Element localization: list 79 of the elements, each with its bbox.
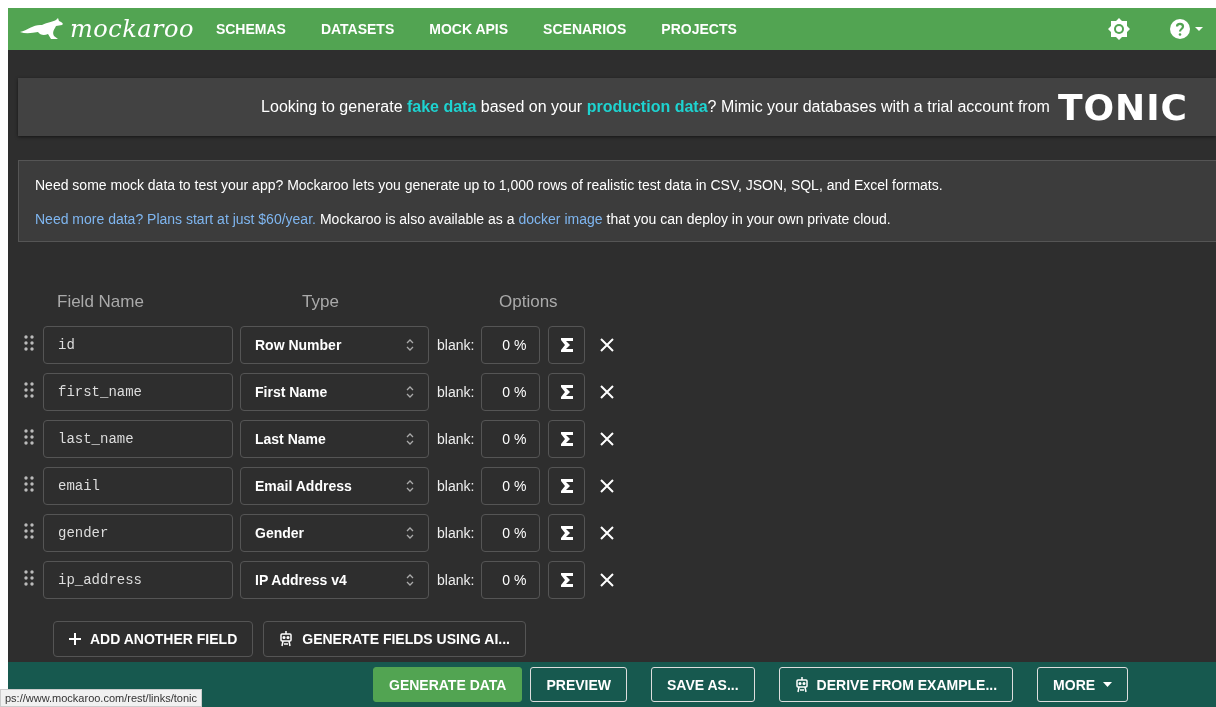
- up-down-icon: [406, 385, 414, 399]
- formula-button[interactable]: [548, 420, 586, 458]
- blank-label: blank:: [437, 478, 475, 494]
- footer-button[interactable]: SAVE AS...: [651, 667, 755, 702]
- type-select[interactable]: First Name: [240, 373, 429, 411]
- blank-label: blank:: [437, 384, 475, 400]
- plus-icon: [69, 633, 81, 645]
- delete-icon[interactable]: [599, 572, 616, 588]
- footer-button[interactable]: PREVIEW: [530, 667, 628, 702]
- up-down-icon: [406, 573, 414, 587]
- caret-icon: [1103, 682, 1113, 687]
- help-dropdown-icon[interactable]: [1170, 19, 1204, 39]
- delete-icon[interactable]: [599, 384, 616, 400]
- info-text: that you can deploy in your own private cloud.: [606, 211, 891, 227]
- formula-button[interactable]: [548, 467, 586, 505]
- sigma-icon: [559, 337, 574, 353]
- tonic-logo: TONIC: [1057, 86, 1188, 128]
- formula-button[interactable]: [548, 514, 586, 552]
- blank-label: blank:: [437, 337, 475, 353]
- formula-button[interactable]: [548, 326, 586, 364]
- sigma-icon: [559, 384, 574, 400]
- field-name-input[interactable]: last_name: [43, 420, 233, 458]
- more-menu-button[interactable]: MORE: [1037, 667, 1129, 702]
- sigma-icon: [559, 478, 574, 494]
- robot-icon: [794, 676, 809, 693]
- type-select[interactable]: IP Address v4: [240, 561, 429, 599]
- sigma-icon: [559, 525, 574, 541]
- kangaroo-logo-icon: [18, 18, 64, 40]
- drag-handle-icon[interactable]: [24, 335, 34, 351]
- drag-handle-icon[interactable]: [24, 476, 34, 492]
- blank-label: blank:: [437, 431, 475, 447]
- field-name-input[interactable]: gender: [43, 514, 233, 552]
- type-select[interactable]: Gender: [240, 514, 429, 552]
- up-down-icon: [406, 479, 414, 493]
- blank-percent-input[interactable]: 0 %: [481, 514, 541, 552]
- formula-button[interactable]: [548, 561, 586, 599]
- delete-icon[interactable]: [599, 431, 616, 447]
- info-text: Need some mock data to test your app? Mockaroo lets you generate up to 1,000 rows of realistic test data in CSV, JSON, SQL, and Excel formats.: [35, 177, 943, 193]
- delete-icon[interactable]: [599, 337, 616, 353]
- delete-icon[interactable]: [599, 478, 616, 494]
- column-header: Field Name: [56, 292, 145, 312]
- blank-percent-input[interactable]: 0 %: [481, 373, 541, 411]
- formula-button[interactable]: [548, 373, 586, 411]
- drag-handle-icon[interactable]: [24, 382, 34, 398]
- docker-link[interactable]: docker image: [518, 211, 603, 227]
- blank-percent-input[interactable]: 0 %: [481, 420, 541, 458]
- derive-button[interactable]: DERIVE FROM EXAMPLE...: [778, 667, 1014, 702]
- status-url: ps://www.mockaroo.com/rest/links/tonic: [0, 689, 202, 707]
- drag-handle-icon[interactable]: [24, 523, 34, 539]
- column-header: Type: [302, 292, 340, 312]
- promo-text: Looking to generate fake data based on your production data? Mimic your databases with a trial account from: [261, 98, 1050, 116]
- sigma-icon: [559, 572, 574, 588]
- blank-percent-input[interactable]: 0 %: [481, 326, 541, 364]
- type-select[interactable]: Last Name: [240, 420, 429, 458]
- add-field-button[interactable]: ADD ANOTHER FIELD: [53, 621, 254, 657]
- blank-label: blank:: [437, 572, 475, 588]
- type-select[interactable]: Row Number: [240, 326, 429, 364]
- field-name-input[interactable]: id: [43, 326, 233, 364]
- field-name-input[interactable]: first_name: [43, 373, 233, 411]
- field-name-input[interactable]: email: [43, 467, 233, 505]
- type-select[interactable]: Email Address: [240, 467, 429, 505]
- sigma-icon: [559, 431, 574, 447]
- up-down-icon: [406, 526, 414, 540]
- drag-handle-icon[interactable]: [24, 429, 34, 445]
- info-text: Mockaroo is also available as a: [319, 211, 515, 227]
- blank-percent-input[interactable]: 0 %: [481, 467, 541, 505]
- blank-percent-input[interactable]: 0 %: [481, 561, 541, 599]
- pricing-link[interactable]: Need more data? Plans start at just $60/year.: [35, 211, 316, 227]
- up-down-icon: [406, 432, 414, 446]
- blank-label: blank:: [437, 525, 475, 541]
- field-name-input[interactable]: ip_address: [43, 561, 233, 599]
- delete-icon[interactable]: [599, 525, 616, 541]
- generate-ai-button[interactable]: GENERATE FIELDS USING AI...: [263, 621, 526, 657]
- drag-handle-icon[interactable]: [24, 570, 34, 586]
- robot-icon: [279, 631, 294, 647]
- promo-banner[interactable]: Looking to generate fake data based on your production data? Mimic your databases with a trial account from TONIC: [18, 78, 1216, 136]
- brightness-icon[interactable]: [1108, 18, 1130, 40]
- up-down-icon: [406, 338, 414, 352]
- column-header: Options: [499, 292, 559, 312]
